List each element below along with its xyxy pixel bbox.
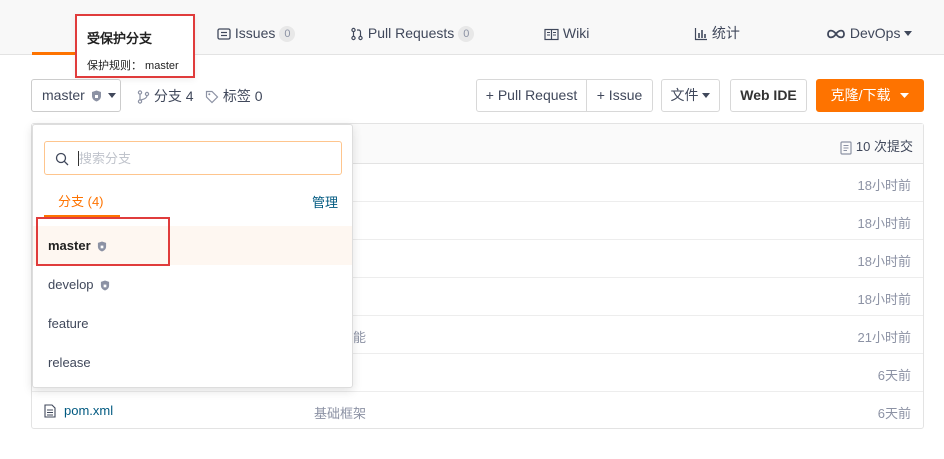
tab-issues-count: 0	[279, 26, 296, 42]
tab-stats-label: 统计	[711, 25, 740, 41]
clone-download-button[interactable]: 克隆/下载	[816, 79, 924, 112]
branches-count[interactable]: 分支 4	[137, 88, 194, 104]
pull-request-icon	[351, 28, 363, 41]
tab-wiki[interactable]: Wiki	[544, 24, 589, 42]
tab-stats[interactable]: 统计	[694, 24, 740, 42]
tab-issues[interactable]: Issues 0	[217, 24, 296, 42]
tab-wiki-label: Wiki	[562, 25, 590, 41]
commit-list-icon	[840, 140, 852, 155]
tab-branches[interactable]: 分支 (4)	[58, 191, 104, 210]
file-time: 18小时前	[857, 178, 911, 193]
branch-search-box[interactable]	[44, 141, 342, 175]
commits-link[interactable]: 10 次提交	[840, 136, 913, 155]
web-ide-button[interactable]: Web IDE	[730, 79, 807, 112]
tab-issues-label: Issues	[234, 25, 276, 41]
book-icon	[544, 28, 559, 40]
tab-pull-requests-count: 0	[458, 26, 475, 42]
file-time: 6天前	[877, 406, 911, 421]
file-time: 18小时前	[857, 216, 911, 231]
shield-icon	[91, 90, 101, 102]
file-row[interactable]: pom.xml 基础框架 6天前	[32, 392, 923, 430]
caret-down-icon	[107, 93, 116, 99]
search-icon	[55, 152, 69, 166]
caret-down-icon	[900, 93, 910, 99]
branches-count-label: 分支 4	[153, 88, 194, 104]
new-issue-button[interactable]: + Issue	[587, 79, 653, 112]
file-name-link[interactable]: pom.xml	[64, 403, 113, 418]
branch-item-release[interactable]: release	[33, 343, 352, 382]
protected-branch-tooltip: 受保护分支 保护规则： master	[75, 14, 195, 78]
branch-item-label: develop	[48, 277, 94, 292]
caret-down-icon	[904, 31, 913, 37]
tags-count[interactable]: 标签 0	[205, 88, 263, 104]
clone-download-label: 克隆/下载	[830, 87, 891, 103]
file-commit-message[interactable]: 基础框架	[314, 403, 366, 422]
new-pull-request-button[interactable]: + Pull Request	[476, 79, 587, 112]
commits-count: 10 次提交	[855, 139, 913, 154]
issues-icon	[217, 28, 231, 40]
branch-selector-label: master	[42, 87, 85, 103]
tab-pull-requests-label: Pull Requests	[367, 25, 455, 41]
infinity-icon	[827, 30, 845, 39]
manage-branches-link[interactable]: 管理	[312, 192, 338, 211]
file-time: 21小时前	[857, 330, 911, 345]
tab-pull-requests[interactable]: Pull Requests 0	[350, 24, 475, 42]
file-icon	[44, 404, 56, 418]
branch-item-develop[interactable]: develop	[33, 265, 352, 304]
tag-icon	[205, 91, 219, 104]
branch-selector-button[interactable]: master	[31, 79, 121, 112]
file-time: 18小时前	[857, 254, 911, 269]
caret-down-icon	[702, 93, 711, 99]
branch-item-label: feature	[48, 316, 89, 331]
file-menu-button[interactable]: 文件	[661, 79, 720, 112]
bar-chart-icon	[694, 28, 707, 41]
file-time: 18小时前	[857, 292, 911, 307]
tooltip-rule: 保护规则： master	[87, 60, 179, 72]
tab-devops[interactable]: DevOps	[826, 24, 913, 42]
shield-icon	[101, 280, 110, 291]
branch-search-input[interactable]	[79, 146, 329, 170]
file-menu-label: 文件	[670, 87, 699, 103]
annotation-highlight-box	[36, 217, 170, 266]
branch-item-feature[interactable]: feature	[33, 304, 352, 343]
branch-item-label: release	[48, 355, 91, 370]
tooltip-title: 受保护分支	[87, 31, 153, 46]
branch-icon	[137, 90, 150, 104]
tab-devops-label: DevOps	[849, 25, 901, 41]
tags-count-label: 标签 0	[222, 88, 263, 104]
file-time: 6天前	[877, 368, 911, 383]
